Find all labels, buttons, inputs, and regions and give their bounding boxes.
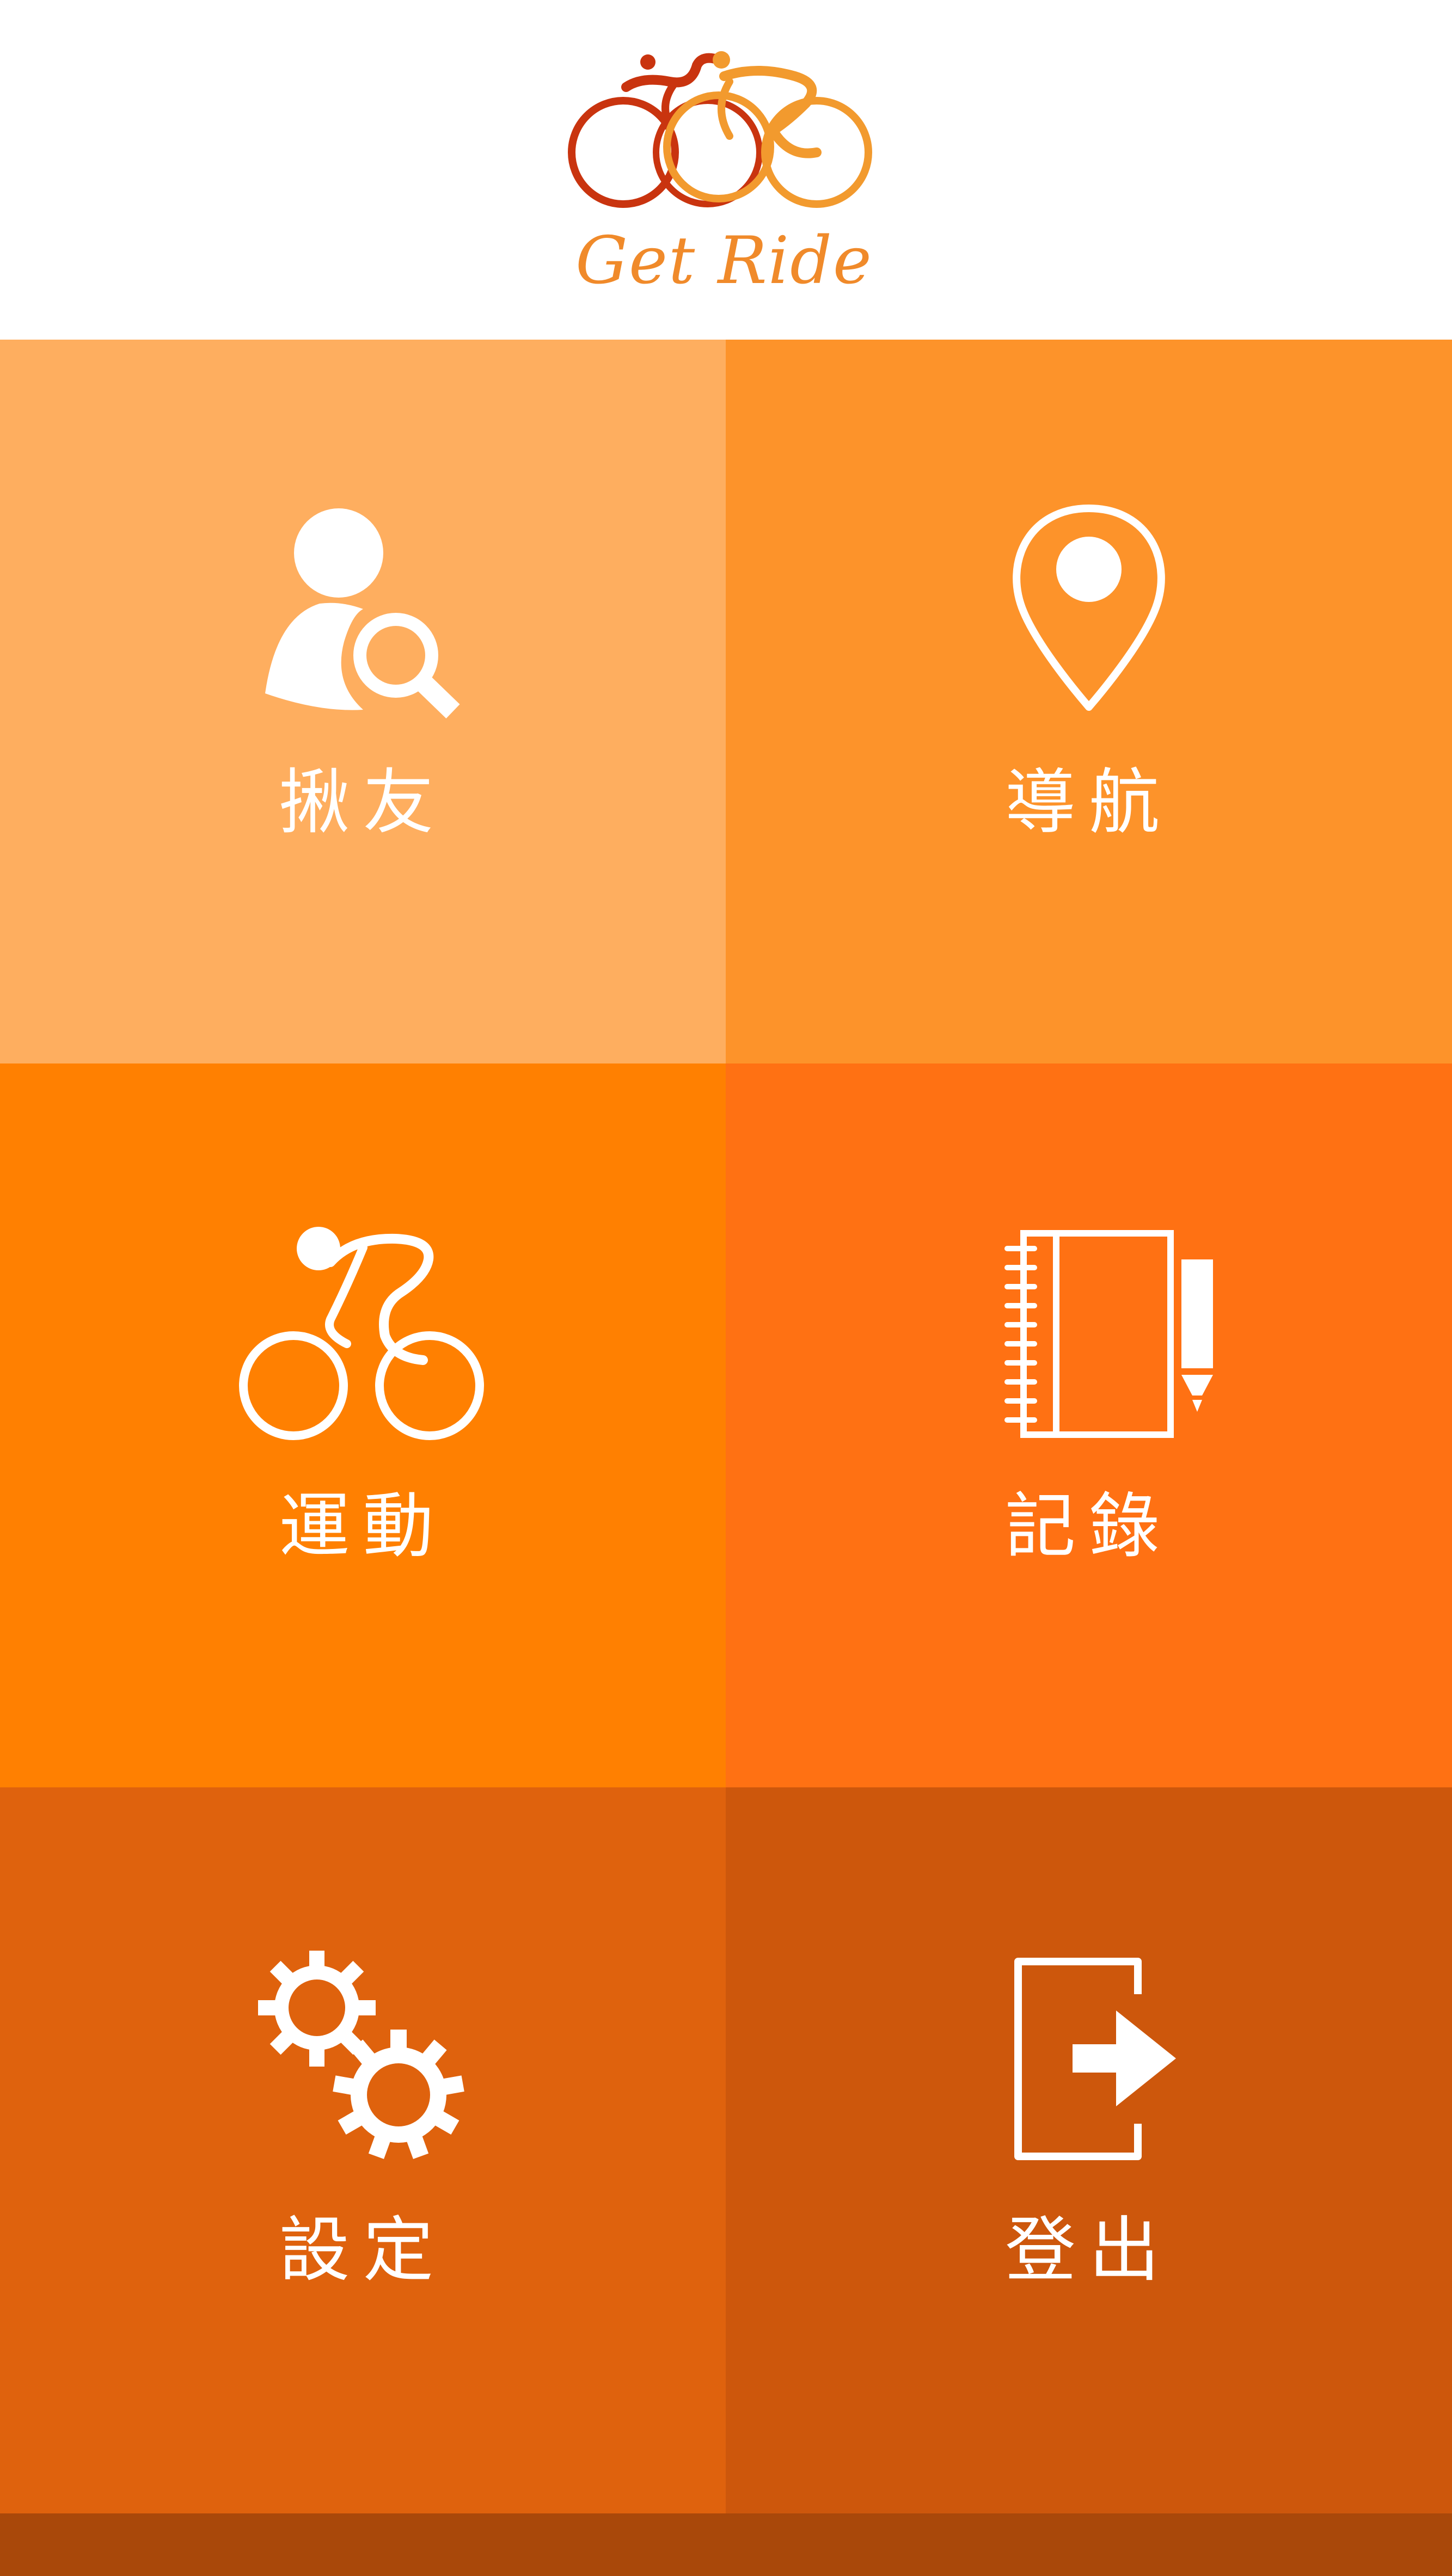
user-search-icon: [238, 503, 488, 731]
gears-icon: [238, 1951, 488, 2179]
map-pin-icon: [964, 503, 1214, 731]
menu-label: 揪友: [279, 761, 447, 844]
logout-door-icon: [964, 1951, 1214, 2179]
menu-tile-logout[interactable]: 登出: [726, 1787, 1452, 2513]
menu-label: 記錄: [1004, 1485, 1173, 1567]
bicycle-logo-icon: [568, 51, 872, 208]
notebook-pen-icon: [964, 1227, 1214, 1455]
logo-text: Get Ride: [575, 223, 873, 299]
menu-tile-navigation[interactable]: 導航: [726, 340, 1452, 1063]
cyclist-icon: [238, 1227, 488, 1455]
menu-label: 登出: [1004, 2209, 1173, 2291]
footer-bar: [0, 2513, 1452, 2576]
app-logo: Get Ride: [566, 44, 882, 299]
menu-tile-exercise[interactable]: 運動: [0, 1063, 726, 1787]
menu-tile-find-friend[interactable]: 揪友: [0, 340, 726, 1063]
app-header: Get Ride: [0, 0, 1452, 340]
menu-label: 運動: [279, 1485, 447, 1567]
menu-tile-settings[interactable]: 設定: [0, 1787, 726, 2513]
menu-label: 導航: [1004, 761, 1173, 844]
menu-tile-records[interactable]: 記錄: [726, 1063, 1452, 1787]
menu-label: 設定: [279, 2209, 447, 2291]
